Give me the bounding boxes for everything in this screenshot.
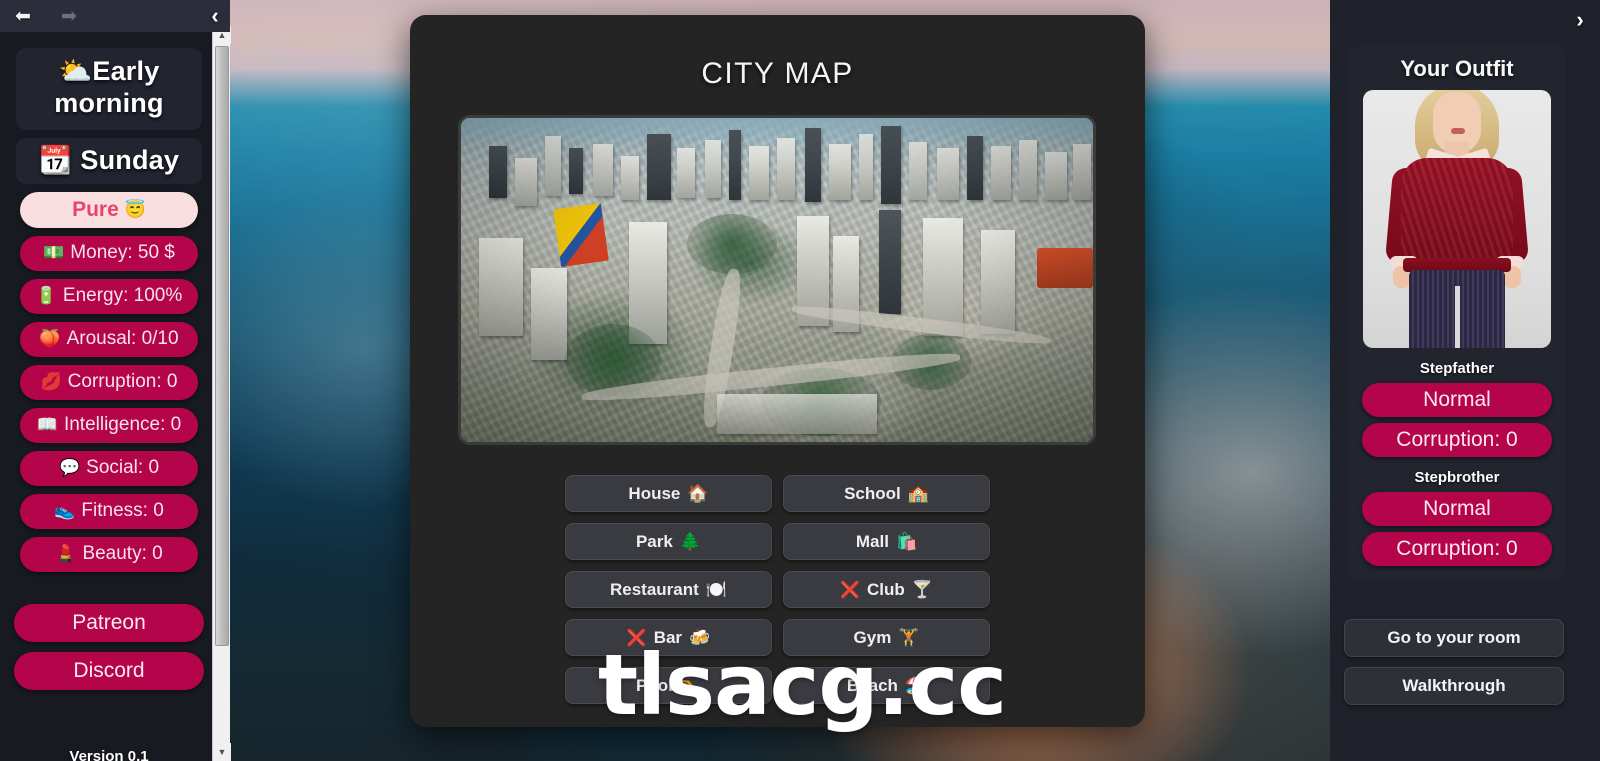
discord-link[interactable]: Discord (14, 651, 204, 690)
swimmer-icon: 🏊 (679, 675, 701, 695)
day-label: 📆 Sunday (38, 144, 180, 175)
scrollbar-thumb[interactable] (215, 46, 229, 646)
peach-icon: 🍑 (39, 329, 61, 349)
forward-arrow-icon[interactable]: ➡ (46, 1, 92, 31)
speech-bubble-icon: 💬 (58, 458, 81, 478)
stat-fitness: 👟 Fitness: 0 (20, 493, 198, 529)
location-label: Mall (855, 531, 889, 551)
stat-corruption-label: Corruption: 0 (67, 371, 178, 393)
location-button-mall[interactable]: Mall 🛍️ (783, 523, 990, 560)
location-label: House (628, 483, 681, 503)
time-of-day-line2: morning (54, 87, 164, 118)
location-button-park[interactable]: Park 🌲 (565, 523, 772, 560)
house-icon: 🏠 (687, 483, 709, 503)
locked-x-icon: ❌ (626, 629, 647, 647)
locked-x-icon: ❌ (840, 581, 860, 599)
browser-toolbar: ⬅ ➡ ‹ (0, 0, 230, 32)
sneaker-icon: 👟 (54, 501, 76, 521)
lips-icon: 💋 (40, 372, 62, 392)
stat-intelligence-label: Intelligence: 0 (63, 414, 182, 436)
right-action-buttons: Go to your room Walkthrough (1344, 609, 1564, 705)
city-map-image (458, 115, 1096, 445)
location-button-club[interactable]: ❌ Club 🍸 (783, 571, 990, 608)
patreon-link[interactable]: Patreon (14, 603, 204, 642)
location-label: Gym (853, 627, 892, 647)
purity-badge: Pure 😇 (20, 191, 198, 228)
version-label: Version 0.1 (69, 748, 149, 761)
collapse-right-panel-icon[interactable]: › (1560, 0, 1600, 40)
location-button-beach[interactable]: Beach 🏖️ (783, 667, 990, 704)
relationship-corruption-stepbrother: Corruption: 0 (1362, 532, 1552, 566)
day-block: 📆 Sunday (16, 137, 202, 184)
location-label: School (844, 483, 901, 503)
scroll-down-arrow-icon[interactable]: ▼ (213, 743, 231, 761)
relationship-name-stepfather: Stepfather (1419, 360, 1495, 377)
outfit-title: Your Outfit (1400, 56, 1514, 81)
stat-arousal: 🍑 Arousal: 0/10 (20, 321, 198, 357)
city-map-modal: CITY MAP House 🏠 School 🏫 Park 🌲 Mall 🛍️… (410, 15, 1145, 727)
weightlifter-icon: 🏋️ (898, 627, 920, 647)
plate-icon: 🍽️ (705, 579, 727, 599)
game-window: ⬅ ➡ ‹ › ⛅Early morning 📆 Sunday Pure 😇 💵… (0, 0, 1600, 761)
location-button-grid: House 🏠 School 🏫 Park 🌲 Mall 🛍️ Restaura… (565, 475, 990, 704)
stat-beauty: 💄 Beauty: 0 (20, 536, 198, 572)
stat-social-label: Social: 0 (86, 457, 160, 479)
battery-icon: 🔋 (35, 286, 57, 306)
stat-beauty-label: Beauty: 0 (82, 543, 163, 565)
location-label: Restaurant (610, 579, 699, 599)
location-label: Club (866, 579, 905, 599)
cocktail-icon: 🍸 (911, 579, 933, 599)
sidebar-scrollbar[interactable]: ▲ ▼ (212, 26, 231, 761)
left-sidebar: ⛅Early morning 📆 Sunday Pure 😇 💵 Money: … (0, 24, 218, 761)
time-of-day-block: ⛅Early morning (16, 48, 202, 130)
location-button-restaurant[interactable]: Restaurant 🍽️ (565, 571, 772, 608)
money-icon: 💵 (43, 243, 65, 263)
relationship-name-stepbrother: Stepbrother (1414, 469, 1500, 486)
right-sidebar: Your Outfit Stepfather Normal Corruption… (1330, 0, 1600, 761)
stat-money-label: Money: 50 $ (70, 242, 175, 264)
outfit-card: Your Outfit Stepfather Normal Corruption… (1348, 46, 1566, 580)
stat-intelligence: 📖 Intelligence: 0 (20, 407, 198, 443)
walkthrough-button[interactable]: Walkthrough (1344, 667, 1564, 705)
location-label: Pool (635, 675, 673, 695)
purity-label: Pure (72, 197, 119, 221)
time-of-day-line1: ⛅Early (58, 56, 160, 86)
collapse-left-panel-icon[interactable]: ‹ (200, 0, 230, 32)
stat-energy: 🔋 Energy: 100% (20, 278, 198, 314)
lipstick-icon: 💄 (55, 544, 77, 564)
angel-face-icon: 😇 (124, 199, 146, 219)
stat-social: 💬 Social: 0 (20, 450, 198, 486)
map-vignette (461, 118, 1093, 442)
beer-icon: 🍻 (689, 627, 711, 647)
stat-arousal-label: Arousal: 0/10 (66, 328, 179, 350)
stat-fitness-label: Fitness: 0 (81, 500, 164, 522)
location-button-school[interactable]: School 🏫 (783, 475, 990, 512)
location-button-gym[interactable]: Gym 🏋️ (783, 619, 990, 656)
location-label: Beach (846, 675, 898, 695)
tree-icon: 🌲 (679, 531, 702, 551)
back-arrow-icon[interactable]: ⬅ (0, 1, 46, 31)
book-icon: 📖 (36, 415, 58, 435)
page-title: CITY MAP (701, 57, 854, 90)
beach-icon: 🏖️ (904, 675, 927, 695)
location-button-pool[interactable]: Pool 🏊 (565, 667, 772, 704)
stat-energy-label: Energy: 100% (62, 285, 183, 307)
stat-money: 💵 Money: 50 $ (20, 235, 198, 271)
school-icon: 🏫 (907, 483, 929, 503)
outfit-photo-red-sweater (1363, 90, 1551, 348)
relationship-corruption-stepfather: Corruption: 0 (1362, 423, 1552, 457)
stat-corruption: 💋 Corruption: 0 (20, 364, 198, 400)
shopping-bags-icon: 🛍️ (895, 531, 918, 551)
relationship-status-stepbrother: Normal (1362, 492, 1552, 526)
relationship-status-stepfather: Normal (1362, 383, 1552, 417)
location-label: Park (635, 531, 673, 551)
location-button-bar[interactable]: ❌ Bar 🍻 (565, 619, 772, 656)
go-to-your-room-button[interactable]: Go to your room (1344, 619, 1564, 657)
location-button-house[interactable]: House 🏠 (565, 475, 772, 512)
location-label: Bar (653, 627, 683, 647)
